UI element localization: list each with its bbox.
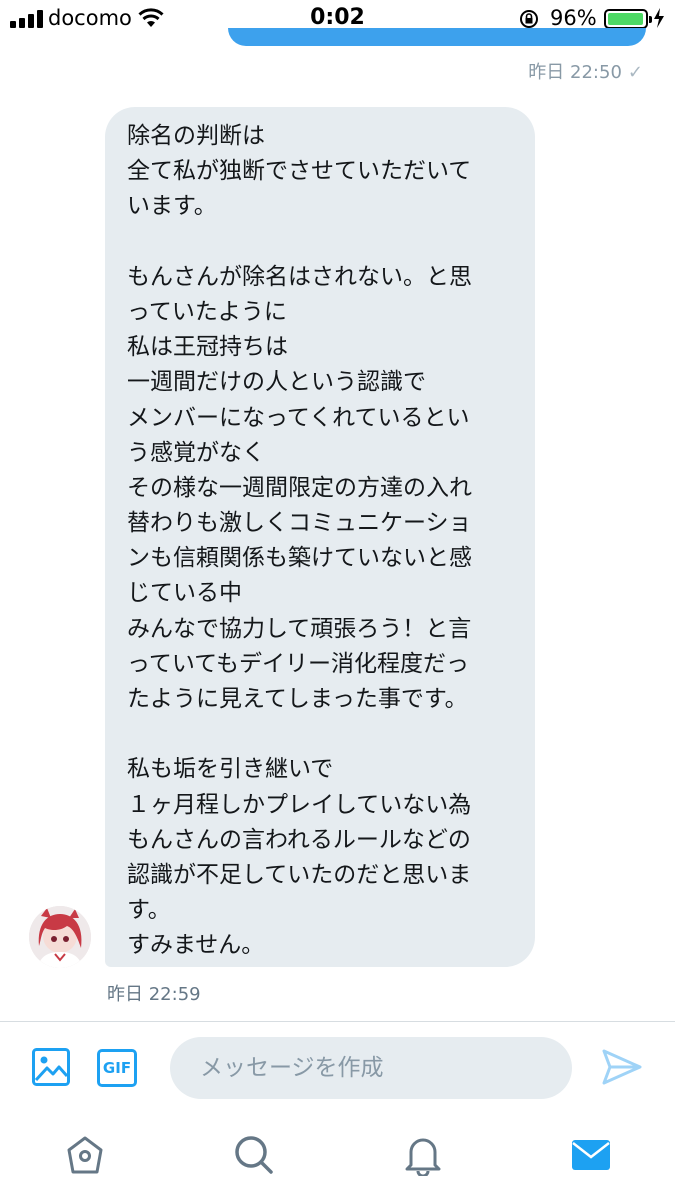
message-line: 一週間だけの人という認識で bbox=[127, 369, 426, 396]
message-line: す。 bbox=[127, 897, 171, 924]
message-line: 私も垢を引き継いで bbox=[127, 756, 334, 783]
message-input[interactable] bbox=[170, 1037, 572, 1099]
battery-percentage: 96% bbox=[550, 6, 597, 30]
mail-icon[interactable] bbox=[570, 1134, 612, 1176]
message-line bbox=[127, 717, 515, 752]
message-line: みんなで協力して頑張ろう！と言 bbox=[127, 615, 472, 642]
message-line: すみません。 bbox=[127, 932, 265, 959]
message-line: もんさんの言われるルールなどの bbox=[127, 826, 471, 853]
message-line: 除名の判断は bbox=[127, 123, 265, 149]
message-line: その様な一週間限定の方達の入れ bbox=[127, 474, 472, 501]
incoming-message-bubble[interactable]: 除名の判断は全て私が独断でさせていただいて います。もんさんが除名はされない。と思… bbox=[105, 107, 535, 967]
message-line: っていてもデイリー消化程度だっ bbox=[127, 650, 470, 677]
message-text: 除名の判断は全て私が独断でさせていただいて います。もんさんが除名はされない。と思… bbox=[127, 119, 515, 964]
message-line bbox=[127, 225, 515, 260]
avatar-illustration bbox=[29, 906, 91, 968]
rotation-lock-icon bbox=[520, 10, 538, 28]
read-check-icon: ✓ bbox=[627, 62, 643, 83]
message-line: う感覚がなく bbox=[127, 439, 265, 466]
message-line: います。 bbox=[127, 193, 217, 220]
message-line: たように見えてしまった事です。 bbox=[127, 686, 468, 712]
sender-avatar[interactable] bbox=[29, 906, 91, 968]
battery-icon bbox=[604, 9, 652, 29]
message-line: 認識が不足していたのだと思いま bbox=[127, 861, 472, 888]
send-icon[interactable] bbox=[601, 1048, 643, 1086]
image-icon[interactable] bbox=[32, 1048, 70, 1086]
gif-button[interactable]: GIF bbox=[97, 1049, 137, 1087]
search-icon[interactable] bbox=[233, 1134, 275, 1176]
message-line: 替わりも激しくコミュニケーショ bbox=[127, 510, 472, 537]
message-composer: GIF bbox=[0, 1021, 675, 1111]
previous-outgoing-bubble[interactable] bbox=[228, 28, 646, 46]
message-line: 私は王冠持ちは bbox=[127, 334, 288, 361]
previous-message-meta: 昨日 22:50 ✓ bbox=[528, 58, 643, 84]
bell-icon[interactable] bbox=[402, 1134, 444, 1176]
message-timestamp: 昨日 22:59 bbox=[107, 984, 201, 1005]
message-line: もんさんが除名はされない。と思 bbox=[127, 263, 472, 290]
message-line: １ヶ月程しかプレイしていない為 bbox=[127, 791, 472, 818]
message-line: じている中 bbox=[127, 580, 242, 607]
previous-message-timestamp: 昨日 22:50 bbox=[528, 62, 622, 83]
message-line: メンバーになってくれているとい bbox=[127, 404, 470, 431]
bottom-tab-bar bbox=[0, 1112, 675, 1200]
message-line: ンも信頼関係も築けていないと感 bbox=[127, 545, 472, 572]
message-line: っていたように bbox=[127, 298, 287, 325]
home-icon[interactable] bbox=[64, 1134, 106, 1176]
message-line: 全て私が独断でさせていただいて bbox=[127, 158, 472, 185]
charging-icon bbox=[654, 8, 664, 28]
